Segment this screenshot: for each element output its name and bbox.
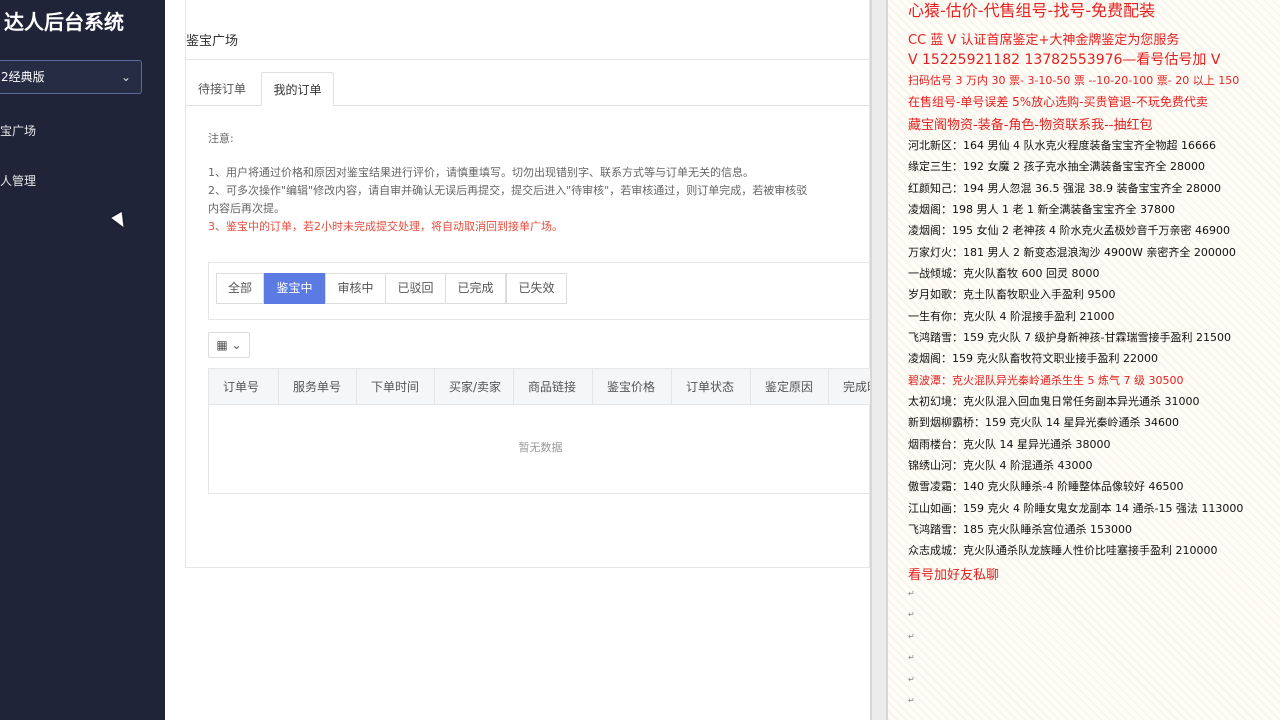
paragraph-mark-icon: ↵ — [908, 610, 915, 619]
doc-line: 凌烟阁：159 克火队畜牧符文职业接手盈利 22000 — [908, 352, 1158, 365]
table-header-row: 订单号 服务单号 下单时间 买家/卖家 商品链接 鉴宝价格 订单状态 鉴定原因 … — [209, 369, 872, 405]
doc-line: 藏宝阁物资-装备-角色-物资联系我--抽红包 — [908, 118, 1153, 133]
notice-line-2: 2、可多次操作"编辑"修改内容，请自审并确认无误后再提交，提交后进入"待审核"，… — [208, 184, 808, 197]
paragraph-mark-icon: ↵ — [908, 632, 915, 641]
paragraph-mark-icon: ↵ — [908, 675, 915, 684]
column-header-price[interactable]: 鉴宝价格 — [593, 369, 672, 405]
paragraph-mark-icon: ↵ — [908, 653, 915, 662]
doc-line: 河北新区：164 男仙 4 队水克火程度装备宝宝齐全物超 16666 — [908, 139, 1216, 152]
notice-line-3: 内容后再次提。 — [208, 202, 285, 215]
filter-rejected-button[interactable]: 已驳回 — [385, 273, 446, 304]
column-header-service-no[interactable]: 服务单号 — [279, 369, 357, 405]
column-header-buyer-seller[interactable]: 买家/卖家 — [435, 369, 514, 405]
notice-title: 注意: — [208, 132, 234, 145]
window-divider[interactable] — [870, 0, 888, 720]
sidebar-item-personnel[interactable]: 人管理 — [0, 172, 36, 189]
doc-line: CC 蓝 V 认证首席鉴定+大神金牌鉴定为您服务 — [908, 33, 1180, 48]
doc-line: 凌烟阁：198 男人 1 老 1 新全满装备宝宝齐全 37800 — [908, 203, 1175, 216]
column-header-reason[interactable]: 鉴定原因 — [751, 369, 829, 405]
version-select-value: 2经典版 — [1, 70, 45, 84]
empty-state: 暂无数据 — [518, 441, 563, 454]
doc-line: 心猿-估价-代售组号-找号-免费配装 — [908, 1, 1156, 20]
doc-line: 凌烟阁：195 女仙 2 老神孩 4 阶水克火孟极妙音千万亲密 46900 — [908, 224, 1230, 237]
ad-document: 心猿-估价-代售组号-找号-免费配装 CC 蓝 V 认证首席鉴定+大神金牌鉴定为… — [888, 0, 1280, 720]
doc-line: 锦绣山河：克火队 4 阶混通杀 43000 — [908, 459, 1093, 472]
column-header-order-no[interactable]: 订单号 — [209, 369, 279, 405]
paragraph-mark-icon: ↵ — [908, 589, 915, 598]
scrollbar-track[interactable] — [872, 0, 886, 720]
version-select[interactable]: 2经典版 ⌄ — [0, 60, 142, 94]
doc-line: V 15225921182 13782553976—看号估号加 V — [908, 52, 1221, 68]
notice-box: 注意: 1、用户将通过价格和原因对鉴宝结果进行评价，请慎重填写。切勿出现错别字、… — [208, 130, 868, 236]
doc-line: 在售组号-单号误差 5%放心选购-买贵管退-不玩免费代卖 — [908, 95, 1208, 109]
doc-line: 岁月如歌：克土队畜牧职业入手盈利 9500 — [908, 288, 1116, 301]
column-header-item-link[interactable]: 商品链接 — [514, 369, 593, 405]
column-header-completed[interactable]: 完成时 — [829, 369, 872, 405]
filter-expired-button[interactable]: 已失效 — [506, 273, 567, 304]
doc-line: 飞鸿踏雪：159 克火队 7 级护身新神孩-甘霖瑞雪接手盈利 21500 — [908, 331, 1231, 344]
doc-line: 碧波潭：克火混队异光秦岭通杀生生 5 炼气 7 级 30500 — [908, 374, 1184, 387]
filter-under-review-button[interactable]: 审核中 — [325, 273, 386, 304]
sidebar-item-jianbao-square[interactable]: 宝广场 — [0, 122, 36, 139]
order-tabs: 待接订单 我的订单 — [186, 72, 871, 106]
doc-line: 太初幻境：克火队混入回血鬼日常任务副本异光通杀 31000 — [908, 395, 1200, 408]
doc-line: 一生有你：克火队 4 阶混接手盈利 21000 — [908, 310, 1115, 323]
tab-my-orders[interactable]: 我的订单 — [261, 72, 334, 106]
mouse-cursor-icon — [111, 211, 129, 231]
doc-line: 烟雨楼台：克火队 14 星异光通杀 38000 — [908, 438, 1111, 451]
content-panel: 鉴宝广场 待接订单 我的订单 注意: 1、用户将通过价格和原因对鉴宝结果进行评价… — [185, 0, 872, 568]
status-filter-bar: 全部 鉴宝中 审核中 已驳回 已完成 已失效 — [208, 262, 871, 320]
app-title: 达人后台系统 — [4, 10, 124, 34]
orders-table: 订单号 服务单号 下单时间 买家/卖家 商品链接 鉴宝价格 订单状态 鉴定原因 … — [208, 368, 872, 494]
filter-in-appraisal-button[interactable]: 鉴宝中 — [264, 273, 325, 304]
page-title: 鉴宝广场 — [186, 34, 239, 49]
doc-line: 新到烟柳霸桥：159 克火队 14 星异光秦岭通杀 34600 — [908, 416, 1179, 429]
doc-line: 扫码估号 3 万内 30 票- 3-10-50 票 --10-20-100 票-… — [908, 74, 1240, 87]
doc-line: 红颜知己：194 男人忽混 36.5 强混 38.9 装备宝宝齐全 28000 — [908, 182, 1221, 195]
doc-line: 一战倾城：克火队畜牧 600 回灵 8000 — [908, 267, 1100, 280]
main-content: 鉴宝广场 待接订单 我的订单 注意: 1、用户将通过价格和原因对鉴宝结果进行评价… — [165, 0, 872, 720]
tab-pending-orders[interactable]: 待接订单 — [186, 72, 258, 106]
paragraph-mark-icon: ↵ — [908, 696, 915, 705]
column-header-status[interactable]: 订单状态 — [672, 369, 751, 405]
page-header: 鉴宝广场 — [186, 20, 871, 60]
notice-line-1: 1、用户将通过价格和原因对鉴宝结果进行评价，请慎重填写。切勿出现错别字、联系方式… — [208, 166, 754, 179]
doc-line: 看号加好友私聊 — [908, 568, 1000, 583]
doc-line: 缘定三生：192 女魔 2 孩子克水抽全满装备宝宝齐全 28000 — [908, 160, 1205, 173]
doc-line: 众志成城：克火队通杀队龙族睡人性价比哇塞接手盈利 210000 — [908, 544, 1218, 557]
chevron-down-icon: ⌄ — [120, 70, 131, 84]
notice-line-4: 3、鉴宝中的订单，若2小时未完成提交处理，将自动取消回到接单广场。 — [208, 220, 563, 233]
column-toggle-button[interactable]: ▦ ⌄ — [208, 332, 250, 358]
column-header-order-time[interactable]: 下单时间 — [357, 369, 435, 405]
doc-line: 江山如画：159 克火 4 阶睡女鬼女龙副本 14 通杀-15 强法 11300… — [908, 502, 1244, 515]
filter-completed-button[interactable]: 已完成 — [445, 273, 506, 304]
doc-line: 万家灯火：181 男人 2 新变态混浪淘沙 4900W 亲密齐全 200000 — [908, 246, 1236, 259]
sidebar: 达人后台系统 2经典版 ⌄ 宝广场 人管理 — [0, 0, 165, 720]
doc-line: 傲雪凌霜：140 克火队睡杀-4 阶睡整体品像较好 46500 — [908, 480, 1184, 493]
filter-all-button[interactable]: 全部 — [216, 273, 264, 304]
grid-icon: ▦ ⌄ — [216, 338, 242, 352]
doc-line: 飞鸿踏雪：185 克火队睡杀宫位通杀 153000 — [908, 523, 1132, 536]
